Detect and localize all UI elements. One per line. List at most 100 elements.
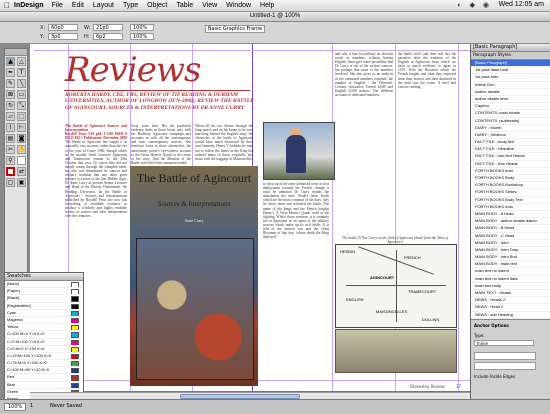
paragraph-style-item[interactable]: FORTH BOOKS Indo	[471, 203, 550, 211]
tools-panel-header[interactable]	[5, 49, 27, 56]
book-cover-image[interactable]: The Battle of Agincourt Sources & Interp…	[130, 166, 258, 386]
menu-help[interactable]: Help	[260, 2, 274, 9]
object-style-tag[interactable]: Basic Graphics Frame	[205, 25, 266, 33]
eyedropper-tool-icon[interactable]: ⌇	[6, 123, 15, 132]
paragraph-style-item[interactable]: FACT FILE : body text	[471, 139, 550, 147]
paragraph-style-item[interactable]: main text body	[471, 282, 550, 290]
scale-x-field[interactable]: 100%	[130, 24, 154, 31]
swatch-item[interactable]: [None]	[5, 281, 83, 289]
swatch-item[interactable]: [Registration]	[5, 302, 83, 310]
rectangle-tool-icon[interactable]: ▭	[17, 90, 26, 99]
frame-tool-icon[interactable]: ⊠	[6, 90, 15, 99]
swatch-item[interactable]: Blue	[5, 381, 83, 389]
hand-tool-icon[interactable]: ✋	[17, 145, 26, 154]
author-photo[interactable]	[263, 122, 335, 180]
menu-window[interactable]: Window	[226, 2, 251, 9]
paragraph-style-item[interactable]: Caption	[471, 103, 550, 111]
paragraph-style-item[interactable]: MAIN BODY : Intro Drop	[471, 246, 550, 255]
apple-icon[interactable]: 	[0, 1, 14, 10]
paragraph-style-item[interactable]: FORTH BOOKS Body	[471, 175, 550, 183]
normal-view-icon[interactable]: ▢	[6, 178, 15, 187]
x-field[interactable]: 60p0	[48, 24, 78, 31]
y-field[interactable]: 3p0	[48, 33, 78, 40]
swatch-item[interactable]: C=15 M=100 Y=100 K=0	[5, 352, 83, 361]
paragraph-style-item[interactable]: FACT FILE : Headline	[471, 146, 550, 154]
swatch-item[interactable]: [Black]	[5, 295, 83, 303]
paragraph-style-item[interactable]: Author details	[471, 88, 550, 96]
paragraph-style-item[interactable]: CONTENTS: main heads	[471, 110, 550, 118]
type-tool-icon[interactable]: T	[17, 68, 26, 77]
menubar-clock[interactable]: Wed 12:05 am	[499, 1, 544, 8]
preview-view-icon[interactable]: ▣	[17, 178, 26, 187]
swatch-item[interactable]: C=0 M=100 Y=0 K=0	[5, 338, 83, 346]
swap-fill-stroke-icon[interactable]: ⇄	[17, 167, 26, 176]
zoom-tool-icon[interactable]: ⚲	[6, 156, 15, 165]
text-column-4[interactable]: to close up at the army advanced from it…	[263, 182, 329, 380]
paragraph-style-item[interactable]: MAIN BODY : main text	[471, 261, 550, 269]
paragraph-style-item[interactable]: FORTH BOOKS Series	[471, 189, 550, 197]
paragraph-style-item[interactable]: FORTH BOOKS Body Text	[471, 196, 550, 204]
paragraph-style-item[interactable]: NEWS : Heads 2	[471, 297, 550, 305]
paragraph-style-item[interactable]: CONTENTS: (subheads)	[471, 117, 550, 125]
text-column-5[interactable]: and why it that for military an obvious …	[335, 52, 393, 232]
fill-swatch-icon[interactable]	[17, 156, 26, 165]
paragraph-style-item[interactable]: DIARY : Sections	[471, 131, 550, 140]
line-tool-icon[interactable]: ╲	[17, 79, 26, 88]
direct-select-tool-icon[interactable]: △	[17, 57, 26, 66]
paragraph-style-item[interactable]: author details level	[471, 95, 550, 104]
paragraph-style-item[interactable]: [Basic Paragraph]	[471, 60, 550, 68]
anchor-field[interactable]	[474, 362, 536, 370]
menu-view[interactable]: View	[202, 2, 217, 9]
scale-tool-icon[interactable]: ⤡	[17, 101, 26, 110]
include-edges-label[interactable]: Include Inside Edges	[474, 374, 515, 379]
swatch-item[interactable]: Cyan	[5, 309, 83, 317]
review-headline[interactable]: Roberta Hardy, CBE, FRS, Review of Tip R…	[65, 92, 255, 111]
paragraph-style-item[interactable]: MAIN BODY : Intro Bod	[471, 254, 550, 262]
swatch-item[interactable]: C=100 M=90 Y=10 K=0	[5, 367, 83, 375]
free-transform-tool-icon[interactable]: ⬚	[17, 112, 26, 121]
anchor-field[interactable]	[474, 352, 536, 360]
scissors-tool-icon[interactable]: ✂	[6, 145, 15, 154]
menu-layout[interactable]: Layout	[93, 2, 114, 9]
zoom-level[interactable]: 100%	[4, 403, 27, 411]
paragraph-style-item[interactable]: DIARY : Month	[471, 124, 550, 132]
scale-y-field[interactable]: 100%	[130, 33, 154, 40]
button-tool-icon[interactable]: ◙	[17, 134, 26, 143]
swatch-item[interactable]: C=100 M=0 Y=0 K=0	[5, 331, 83, 339]
app-menu[interactable]: InDesign	[14, 2, 44, 9]
paragraph-style-item[interactable]: main text no indent	[471, 268, 550, 276]
document-title-bar[interactable]: Untitled-1 @ 100%	[0, 12, 550, 22]
paragraph-style-item[interactable]: FORTH BOOKS Bookshop	[471, 182, 550, 190]
swatch-item[interactable]: Yellow	[5, 324, 83, 332]
status-icons[interactable]: ◐ ◆ ◉	[457, 1, 492, 9]
type-select[interactable]: Inline	[474, 340, 534, 346]
swatches-panel-title[interactable]: Swatches	[5, 273, 83, 281]
gradient-tool-icon[interactable]: ▤	[6, 134, 15, 143]
paragraph-style-item[interactable]: MAIN BODY : Intro	[471, 239, 550, 247]
w-field[interactable]: 21p0	[93, 24, 123, 31]
paragraph-style-item[interactable]: FACT FILE : sub text Heads	[471, 153, 550, 161]
battle-map-image[interactable]: HESDIN FRENCH ENGLISH AGINCOURT TRAMECOU…	[335, 244, 457, 328]
menu-table[interactable]: Table	[176, 2, 193, 9]
swatch-item[interactable]: C=75 M=5 Y=100 K=0	[5, 360, 83, 368]
paragraph-style-item[interactable]: MAIN BODY : A Head	[471, 210, 550, 219]
paragraph-style-item[interactable]: NEWS : Head 2	[471, 304, 550, 312]
swatch-item[interactable]: Magenta	[5, 316, 83, 325]
swatch-item[interactable]: Red	[5, 374, 83, 382]
swatch-item[interactable]: C=0 M=0 Y=100 K=0	[5, 345, 83, 353]
pasteboard[interactable]: Reviews Roberta Hardy, CBE, FRS, Review …	[30, 44, 470, 399]
paragraph-styles-tab[interactable]: Paragraph Styles	[471, 52, 550, 60]
paragraph-style-item[interactable]: FORTH BOOKS bold	[471, 167, 550, 175]
shear-tool-icon[interactable]: ▱	[6, 112, 15, 121]
page-indicator[interactable]: 1	[30, 403, 33, 409]
text-column-3[interactable]: When all his son, thence through the lon…	[195, 124, 253, 164]
castle-photo[interactable]	[335, 329, 457, 373]
paragraph-style-item[interactable]: MAIN BODY : C Head	[471, 232, 550, 240]
paragraph-style-item[interactable]: FACT FILE : Box Heads	[471, 160, 550, 168]
measure-tool-icon[interactable]: ⊢	[17, 123, 26, 132]
paragraph-style-item[interactable]: NEWS : sub Heading	[471, 311, 550, 319]
rotate-tool-icon[interactable]: ↻	[6, 101, 15, 110]
text-column-6[interactable]: the battle itself, and then real fact th…	[398, 52, 456, 232]
paragraph-style-item[interactable]: MAIN BODY : author details leaner	[471, 218, 550, 226]
pen-tool-icon[interactable]: ✒	[6, 68, 15, 77]
